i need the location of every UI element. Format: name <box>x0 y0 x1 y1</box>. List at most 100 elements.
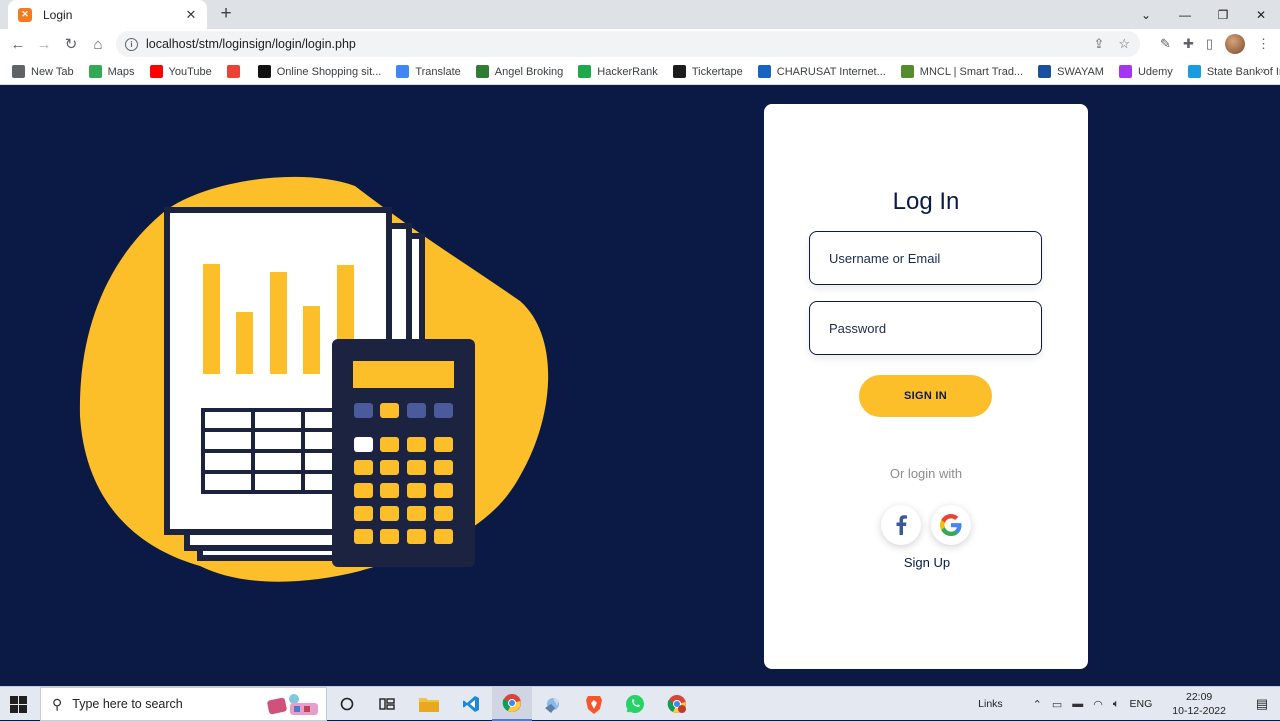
login-title: Log In <box>892 188 960 215</box>
whatsapp-icon <box>626 695 644 713</box>
windows-start-icon[interactable] <box>10 696 27 713</box>
tab-title: Login <box>43 7 73 22</box>
amazon-icon <box>257 65 271 78</box>
device-icon[interactable]: ▭ <box>1052 698 1062 711</box>
language-indicator[interactable]: ENG <box>1130 698 1153 710</box>
tab-search-chevron-icon[interactable]: ⌄ <box>1126 0 1166 29</box>
notification-center-icon[interactable]: ▤ <box>1244 687 1280 721</box>
taskbar-chrome[interactable] <box>492 687 532 721</box>
google-login-button[interactable] <box>931 505 971 545</box>
task-view-icon <box>379 698 395 710</box>
sign-in-button[interactable]: SIGN IN <box>859 375 992 417</box>
taskbar-vscode[interactable] <box>451 687 491 721</box>
close-window-button[interactable]: ✕ <box>1242 0 1280 29</box>
side-panel-icon[interactable]: ▯ <box>1206 36 1213 52</box>
bookmark-item[interactable] <box>226 65 246 78</box>
taskbar-app-satellite[interactable] <box>533 687 573 721</box>
taskbar-file-explorer[interactable] <box>409 687 449 721</box>
taskbar-brave[interactable] <box>574 687 614 721</box>
browser-tab[interactable]: ✕ Login ✕ <box>8 0 207 29</box>
tab-close-icon[interactable]: ✕ <box>183 7 199 23</box>
taskbar-whatsapp[interactable] <box>615 687 655 721</box>
search-highlight-art-icon <box>267 694 318 715</box>
mncl-icon <box>900 65 914 78</box>
bookmark-item[interactable]: CHARUSAT Internet... <box>757 65 886 78</box>
chrome-profile-icon <box>667 695 686 713</box>
volume-icon[interactable]: 🔈︎ <box>1113 698 1120 711</box>
bookmark-item[interactable]: Udemy <box>1118 65 1173 78</box>
bookmark-item[interactable]: Maps <box>88 65 135 78</box>
bookmark-star-icon[interactable]: ☆ <box>1118 36 1130 52</box>
bookmark-item[interactable]: HackerRank <box>578 65 658 78</box>
taskbar-chrome-profile[interactable] <box>657 687 697 721</box>
forward-icon[interactable]: → <box>34 34 54 54</box>
show-hidden-icons-chevron-icon[interactable]: ⌃ <box>1033 698 1042 711</box>
battery-icon[interactable]: ▬ <box>1072 698 1083 710</box>
bookmark-label: SWAYAM <box>1057 65 1104 78</box>
charusat-icon <box>757 65 771 78</box>
back-icon[interactable]: ← <box>8 34 28 54</box>
reload-icon[interactable]: ↻ <box>61 34 81 54</box>
taskbar-search-box[interactable]: ⚲ Type here to search <box>40 687 327 721</box>
home-icon[interactable]: ⌂ <box>88 34 108 54</box>
bookmark-label: HackerRank <box>597 65 658 78</box>
udemy-icon <box>1118 65 1132 78</box>
task-view-button[interactable] <box>367 687 407 721</box>
facebook-icon <box>896 515 907 535</box>
bookmark-label: Translate <box>415 65 461 78</box>
clock-date: 10-12-2022 <box>1172 705 1226 717</box>
calculator <box>332 339 475 567</box>
bookmarks-bar: New Tab Maps YouTube Online Shopping sit...… <box>0 59 1280 85</box>
url-text[interactable]: localhost/stm/loginsign/login/login.php <box>146 37 1093 51</box>
maximize-button[interactable]: ❐ <box>1204 0 1242 29</box>
bookmark-item[interactable]: Translate <box>396 65 461 78</box>
bookmark-item[interactable]: YouTube <box>149 65 212 78</box>
password-input[interactable]: Password <box>809 301 1042 355</box>
bookmark-label: Tickertape <box>691 65 743 78</box>
chrome-menu-icon[interactable]: ⋮ <box>1257 36 1270 52</box>
brave-icon <box>586 696 602 714</box>
cortana-button[interactable] <box>327 687 367 721</box>
bookmark-item[interactable]: New Tab <box>12 65 74 78</box>
share-icon[interactable]: ⇪ <box>1093 36 1104 52</box>
username-input[interactable]: Username or Email <box>809 231 1042 285</box>
taskbar-clock[interactable]: 22:09 10-12-2022 <box>1172 690 1226 718</box>
hackerrank-icon <box>578 65 592 78</box>
minimize-button[interactable]: — <box>1166 0 1204 29</box>
extensions-puzzle-icon[interactable]: ✚ <box>1183 36 1194 52</box>
bookmark-label: Maps <box>107 65 135 78</box>
system-tray: Links ⌃ ▭ ▬ ◠ 🔈︎ ENG 22:09 10-12-2022 ▤ <box>978 687 1280 721</box>
cortana-icon <box>340 697 354 711</box>
bookmarks-overflow-chevron-icon[interactable]: » <box>1260 65 1266 77</box>
wifi-icon[interactable]: ◠ <box>1093 698 1103 711</box>
new-tab-button[interactable]: + <box>216 3 236 24</box>
bookmark-label: YouTube <box>168 65 212 78</box>
bookmark-item[interactable]: Angel Broking <box>475 65 563 78</box>
login-card: Log In Username or Email Password SIGN I… <box>764 104 1088 669</box>
bookmark-item[interactable]: State Bank of India <box>1187 65 1280 78</box>
file-explorer-icon <box>419 698 439 712</box>
bookmark-label: State Bank of India <box>1206 65 1280 78</box>
angel-icon <box>475 65 489 78</box>
translate-icon <box>396 65 410 78</box>
extension-pen-icon[interactable]: ✎ <box>1160 36 1171 52</box>
sign-up-link[interactable]: Sign Up <box>764 555 1090 570</box>
bookmark-item[interactable]: SWAYAM <box>1038 65 1104 78</box>
google-icon <box>940 514 962 536</box>
bookmark-label: MNCL | Smart Trad... <box>919 65 1024 78</box>
browser-toolbar: ← → ↻ ⌂ i localhost/stm/loginsign/login/… <box>0 29 1280 59</box>
site-info-icon[interactable]: i <box>125 37 138 51</box>
tickertape-icon <box>672 65 686 78</box>
bookmark-item[interactable]: Online Shopping sit... <box>257 65 381 78</box>
profile-avatar[interactable] <box>1225 34 1245 54</box>
maps-icon <box>88 65 102 78</box>
satellite-app-icon <box>545 698 559 713</box>
clock-time: 22:09 <box>1186 691 1213 703</box>
links-toolbar[interactable]: Links <box>978 698 1003 710</box>
address-bar[interactable]: i localhost/stm/loginsign/login/login.ph… <box>116 31 1140 57</box>
facebook-login-button[interactable] <box>881 505 921 545</box>
bookmark-item[interactable]: MNCL | Smart Trad... <box>900 65 1024 78</box>
bookmark-item[interactable]: Tickertape <box>672 65 743 78</box>
search-icon: ⚲ <box>52 695 63 712</box>
bookmark-label: Udemy <box>1137 65 1173 78</box>
